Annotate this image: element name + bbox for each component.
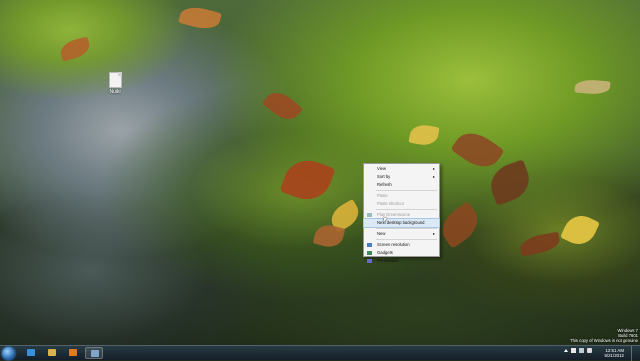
wallpaper-leaf — [518, 231, 562, 257]
menu-item-label: Paste shortcut — [377, 201, 404, 206]
watermark-genuine: This copy of Windows is not genuine — [570, 338, 638, 343]
desktop[interactable]: Nuiki View ▸ Sort by ▸ Refresh Paste Paste sho… — [0, 0, 640, 345]
action-center-flag-icon[interactable] — [570, 348, 576, 354]
menu-item-sort-by[interactable]: Sort by ▸ — [364, 173, 439, 181]
menu-item-screen-resolution[interactable]: Screen resolution — [364, 241, 439, 249]
submenu-arrow-icon: ▸ — [432, 166, 435, 171]
wallpaper-leaf — [178, 3, 222, 33]
personalize-icon — [367, 259, 372, 263]
wallpaper-leaf — [279, 153, 336, 207]
desktop-background-window-icon — [91, 350, 99, 357]
taskbar-button-media-player[interactable] — [64, 347, 82, 359]
screen-resolution-icon — [367, 243, 372, 247]
menu-item-label: Gadgets — [377, 250, 393, 255]
wallpaper-leaf — [450, 124, 505, 176]
menu-separator — [376, 190, 437, 191]
desktop-file-label: Nuiki — [109, 89, 121, 95]
menu-item-label: Paste — [377, 193, 388, 198]
media-player-icon — [69, 349, 77, 356]
menu-separator — [376, 228, 437, 229]
wallpaper-leaf — [408, 122, 440, 148]
menu-item-label: Refresh — [377, 182, 392, 187]
windows-start-icon[interactable] — [2, 347, 15, 360]
menu-item-label: Play Dreamscene — [377, 212, 411, 217]
network-icon[interactable] — [578, 348, 584, 354]
internet-explorer-icon — [27, 349, 35, 356]
wallpaper-leaf — [262, 86, 303, 126]
menu-item-paste-shortcut[interactable]: Paste shortcut — [364, 200, 439, 208]
menu-item-label: Sort by — [377, 174, 391, 179]
show-desktop-button[interactable] — [631, 346, 640, 361]
menu-item-label: View — [377, 166, 387, 171]
taskbar-button-desktop-background-window[interactable] — [85, 347, 103, 359]
windows-explorer-icon — [48, 349, 56, 356]
desktop-file-item[interactable]: Nuiki — [101, 72, 129, 95]
clock[interactable]: 12:51 AM 5/21/2012 — [604, 348, 624, 358]
wallpaper-leaf — [58, 36, 92, 62]
menu-item-gadgets[interactable]: Gadgets — [364, 249, 439, 257]
gadgets-icon — [367, 251, 372, 255]
taskbar: 12:51 AM 5/21/2012 — [0, 345, 640, 361]
system-tray — [563, 348, 594, 354]
menu-item-next-desktop-background[interactable]: Next desktop background — [363, 218, 440, 228]
menu-item-label: New — [377, 231, 386, 236]
wallpaper-leaf — [560, 210, 600, 250]
menu-separator — [376, 209, 437, 210]
menu-item-paste[interactable]: Paste — [364, 192, 439, 200]
submenu-arrow-icon: ▸ — [432, 231, 435, 236]
menu-item-play-dreamscene[interactable]: Play Dreamscene — [364, 211, 439, 219]
menu-item-view[interactable]: View ▸ — [364, 165, 439, 173]
menu-item-refresh[interactable]: Refresh — [364, 181, 439, 189]
menu-separator — [376, 239, 437, 240]
tray-arrow-icon[interactable] — [563, 349, 568, 353]
menu-item-label: Personalize — [377, 258, 399, 263]
wallpaper-leaf — [574, 78, 611, 96]
mouse-cursor-icon — [384, 218, 387, 222]
dreamscene-icon — [367, 213, 372, 217]
wallpaper-leaf — [485, 159, 535, 206]
volume-icon[interactable] — [587, 348, 592, 354]
desktop-context-menu: View ▸ Sort by ▸ Refresh Paste Paste shortcut P… — [363, 163, 440, 263]
clock-date: 5/21/2012 — [604, 353, 624, 358]
menu-item-personalize[interactable]: Personalize — [364, 257, 439, 265]
wallpaper-leaf — [435, 201, 485, 249]
text-file-icon — [108, 72, 122, 88]
menu-item-label: Screen resolution — [377, 242, 410, 247]
submenu-arrow-icon: ▸ — [432, 174, 435, 179]
windows-watermark: Windows 7 Build 7601 This copy of Window… — [570, 328, 638, 343]
menu-item-new[interactable]: New ▸ — [364, 230, 439, 238]
taskbar-button-windows-explorer[interactable] — [43, 347, 61, 359]
taskbar-button-internet-explorer[interactable] — [22, 347, 40, 359]
